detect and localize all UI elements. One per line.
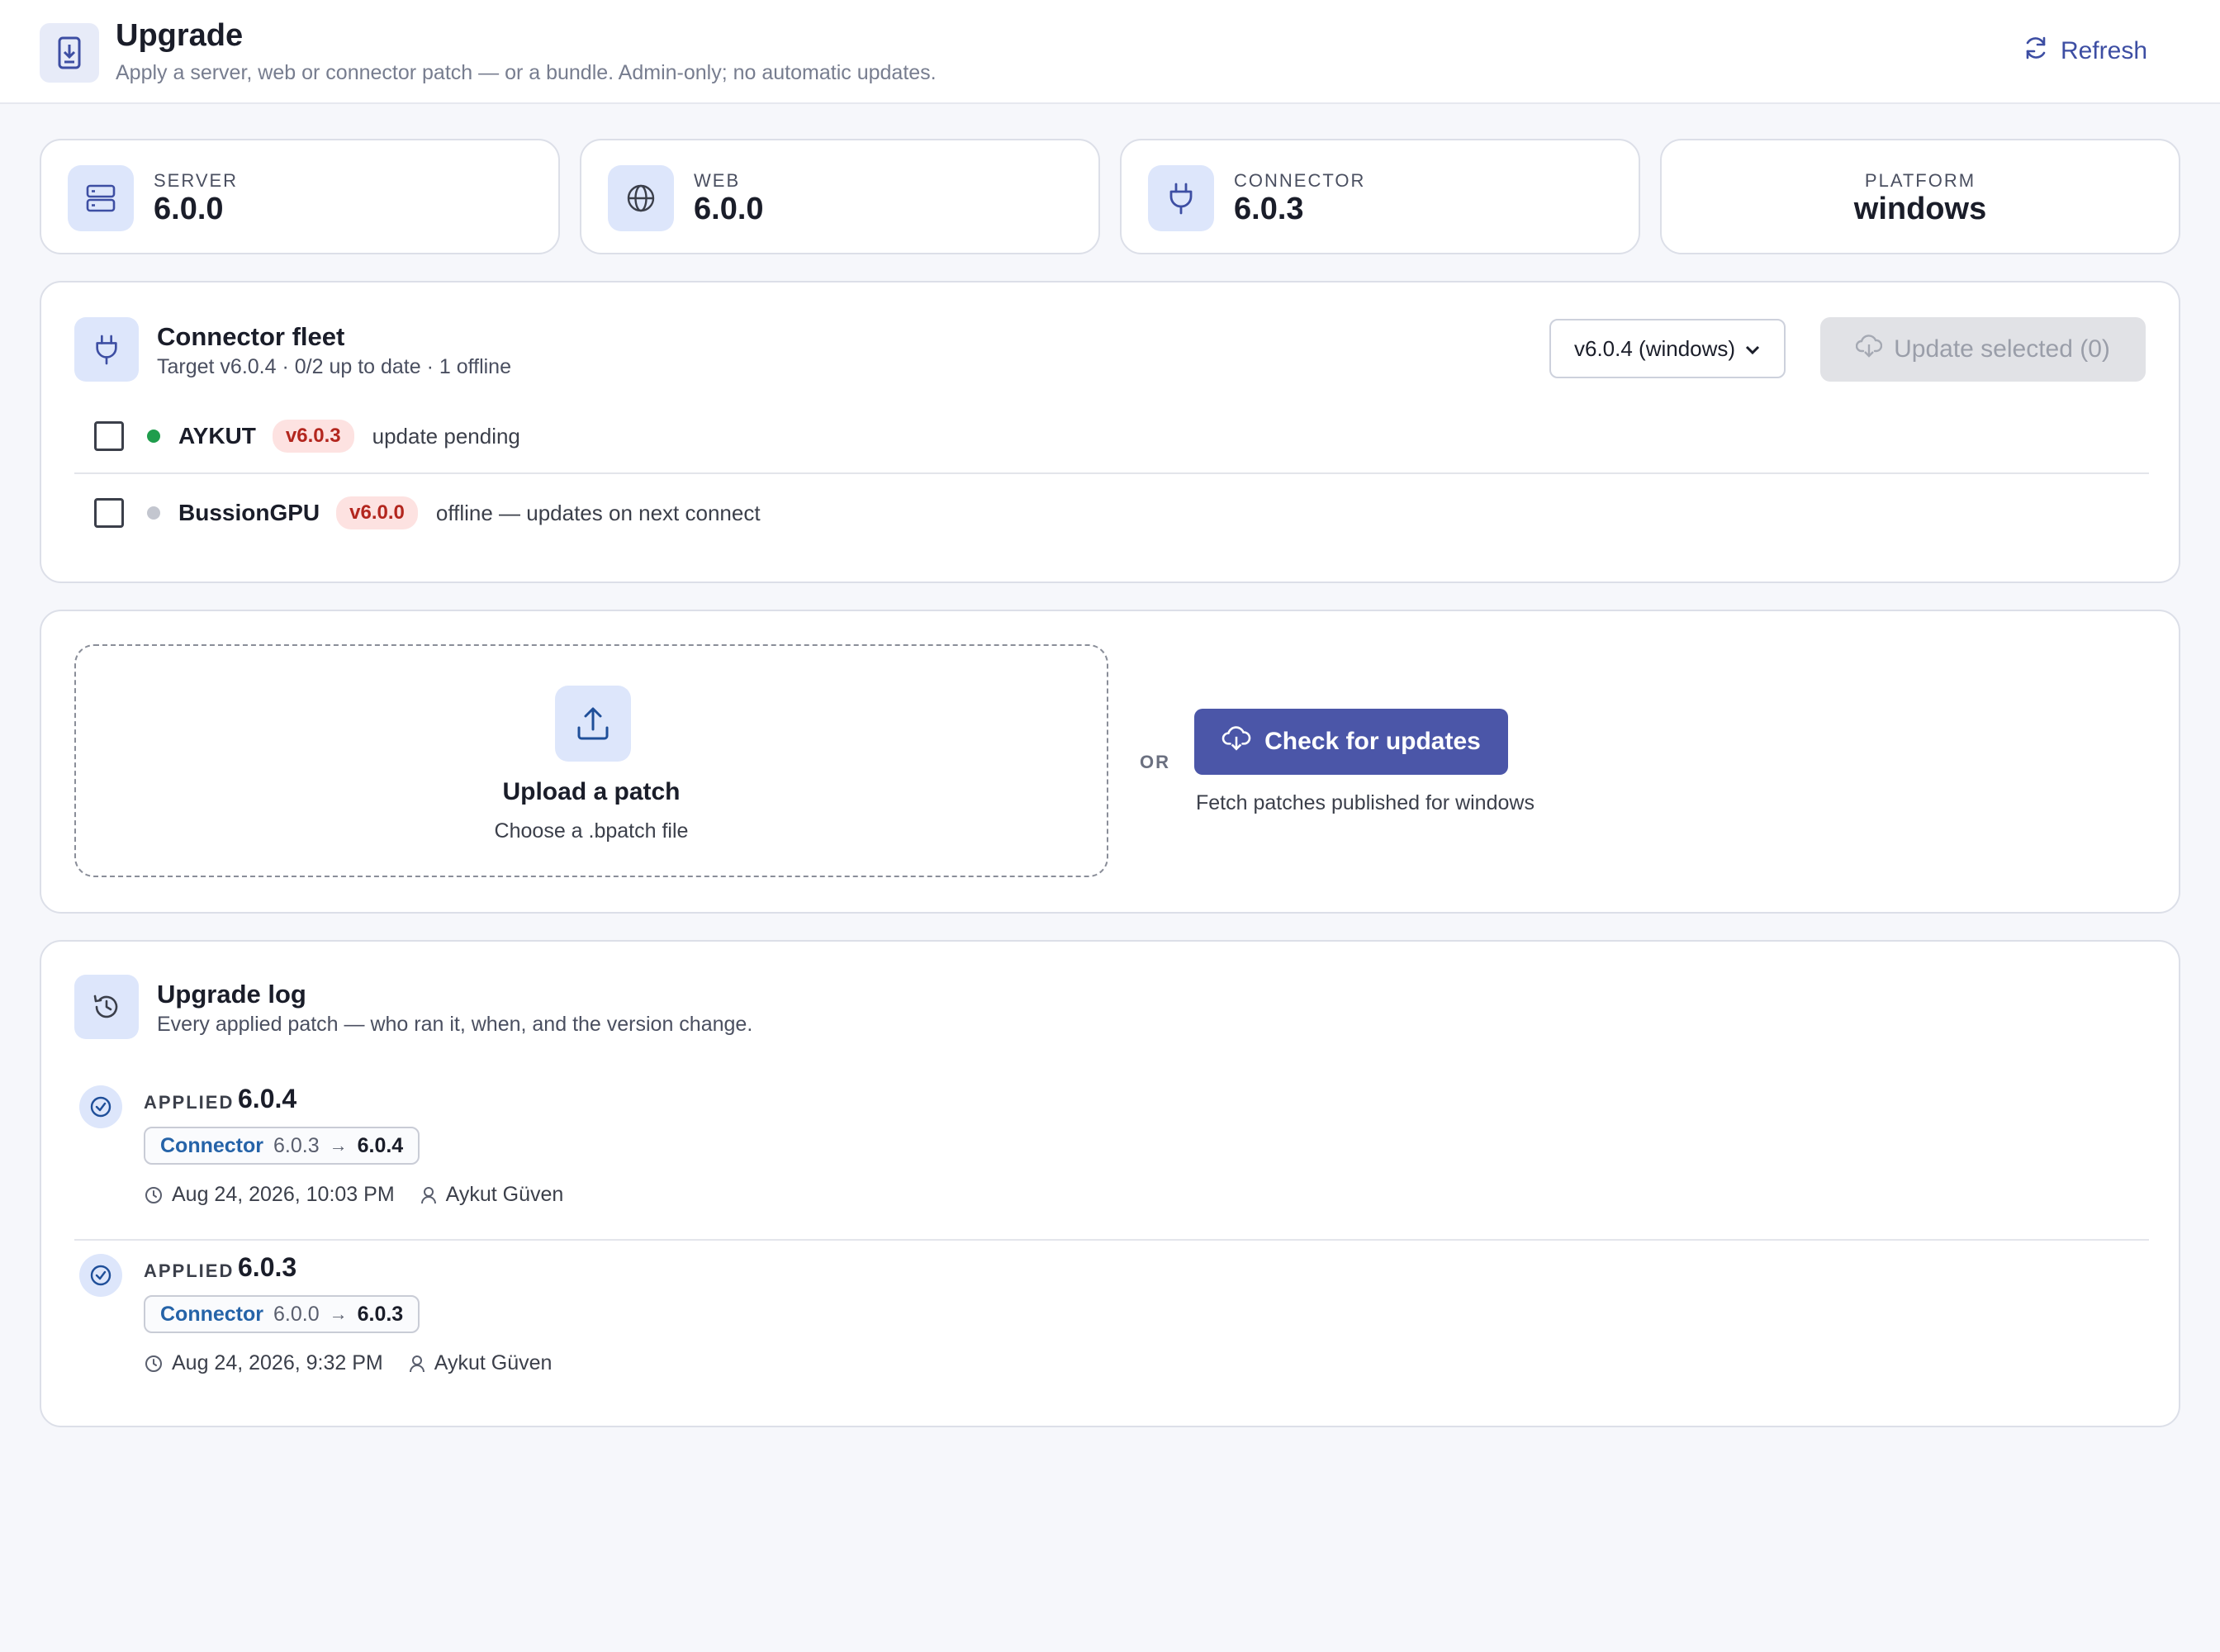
or-divider-label: OR: [1140, 752, 1170, 772]
fleet-title: Connector fleet: [157, 322, 345, 351]
update-selected-label: Update selected (0): [1894, 335, 2110, 363]
version-badge: v6.0.0: [336, 496, 418, 529]
stat-label: PLATFORM: [1864, 170, 1976, 191]
check-updates-hint: Fetch patches published for windows: [1196, 791, 1535, 814]
arrow-right-icon: →: [329, 1303, 348, 1324]
stat-card-platform: PLATFORM windows: [1660, 139, 2180, 254]
fleet-subtitle: Target v6.0.4 · 0/2 up to date · 1 offli…: [157, 355, 511, 378]
log-version: 6.0.3: [238, 1252, 297, 1282]
fleet-row: BussionGPU v6.0.0 offline — updates on n…: [74, 476, 2149, 550]
chip-to-version: 6.0.3: [357, 1302, 404, 1326]
version-change-chip: Connector 6.0.0 → 6.0.3: [144, 1295, 420, 1333]
row-checkbox[interactable]: [94, 421, 124, 451]
refresh-button[interactable]: Refresh: [2023, 33, 2147, 69]
clock-icon: [144, 1185, 164, 1205]
log-entry: APPLIED 6.0.3 Connector 6.0.0 → 6.0.3 Au…: [74, 1244, 2149, 1409]
chip-from-version: 6.0.3: [273, 1133, 320, 1157]
offline-status-dot: [147, 506, 160, 520]
check-circle-icon: [79, 1254, 122, 1297]
arrow-right-icon: →: [329, 1135, 348, 1156]
user-icon: [408, 1354, 426, 1374]
log-title: Upgrade log: [157, 980, 306, 1009]
patch-dropzone[interactable]: Upload a patch Choose a .bpatch file: [74, 644, 1108, 877]
log-user: Aykut Güven: [434, 1351, 553, 1374]
connector-status: update pending: [372, 423, 520, 449]
upload-subtitle: Choose a .bpatch file: [494, 819, 689, 843]
row-checkbox[interactable]: [94, 498, 124, 528]
check-for-updates-label: Check for updates: [1264, 728, 1481, 755]
fleet-row: AYKUT v6.0.3 update pending: [74, 400, 2149, 474]
stat-card-connector: CONNECTOR 6.0.3: [1120, 139, 1640, 254]
log-subtitle: Every applied patch — who ran it, when, …: [157, 1013, 753, 1036]
log-meta: Aug 24, 2026, 9:32 PM Aykut Güven: [144, 1351, 552, 1375]
log-user: Aykut Güven: [445, 1183, 564, 1206]
stat-value: 6.0.0: [694, 192, 764, 226]
log-date: Aug 24, 2026, 10:03 PM: [172, 1183, 395, 1206]
chip-to-version: 6.0.4: [357, 1133, 404, 1157]
phone-download-icon: [40, 23, 99, 83]
history-icon: [74, 975, 139, 1039]
log-status: APPLIED: [144, 1092, 235, 1113]
refresh-icon: [2023, 35, 2049, 68]
refresh-label: Refresh: [2060, 37, 2147, 64]
log-version: 6.0.4: [238, 1084, 297, 1113]
stat-value: 6.0.3: [1234, 192, 1304, 226]
plug-icon: [74, 317, 139, 382]
cloud-download-icon: [1221, 725, 1251, 758]
version-change-chip: Connector 6.0.3 → 6.0.4: [144, 1127, 420, 1165]
update-selected-button[interactable]: Update selected (0): [1820, 317, 2146, 382]
page-title: Upgrade: [116, 18, 244, 53]
server-icon: [68, 165, 134, 231]
page-header: Upgrade Apply a server, web or connector…: [0, 0, 2220, 104]
globe-icon: [608, 165, 674, 231]
stat-label: CONNECTOR: [1234, 170, 1366, 191]
check-circle-icon: [79, 1085, 122, 1128]
version-select[interactable]: v6.0.4 (windows): [1549, 319, 1786, 378]
connector-name: BussionGPU: [178, 500, 320, 525]
cloud-download-icon: [1855, 334, 1883, 365]
stat-card-web: WEB 6.0.0: [580, 139, 1100, 254]
log-meta: Aug 24, 2026, 10:03 PM Aykut Güven: [144, 1183, 563, 1207]
connector-fleet-panel: Connector fleet Target v6.0.4 · 0/2 up t…: [40, 281, 2180, 583]
chip-from-version: 6.0.0: [273, 1302, 320, 1326]
stat-value: windows: [1853, 192, 1987, 226]
stat-value: 6.0.0: [154, 192, 224, 226]
plug-icon: [1148, 165, 1214, 231]
log-status: APPLIED: [144, 1260, 235, 1281]
page-subtitle: Apply a server, web or connector patch —…: [116, 61, 937, 84]
log-entry: APPLIED 6.0.4 Connector 6.0.3 → 6.0.4 Au…: [74, 1075, 2149, 1241]
chevron-down-icon: [1744, 336, 1761, 362]
upload-title: Upload a patch: [502, 778, 681, 805]
online-status-dot: [147, 430, 160, 443]
connector-status: offline — updates on next connect: [435, 500, 761, 525]
user-icon: [420, 1185, 438, 1205]
version-badge: v6.0.3: [272, 420, 354, 453]
stat-label: WEB: [694, 170, 741, 191]
version-select-value: v6.0.4 (windows): [1574, 335, 1736, 361]
connector-name: AYKUT: [178, 423, 256, 449]
check-for-updates-button[interactable]: Check for updates: [1194, 709, 1508, 775]
stat-card-server: SERVER 6.0.0: [40, 139, 560, 254]
log-date: Aug 24, 2026, 9:32 PM: [172, 1351, 383, 1374]
chip-component: Connector: [160, 1302, 263, 1326]
upgrade-log-panel: Upgrade log Every applied patch — who ra…: [40, 940, 2180, 1427]
stat-label: SERVER: [154, 170, 239, 191]
upload-icon: [555, 686, 631, 762]
chip-component: Connector: [160, 1133, 263, 1157]
clock-icon: [144, 1354, 164, 1374]
patch-source-panel: Upload a patch Choose a .bpatch file OR …: [40, 610, 2180, 914]
